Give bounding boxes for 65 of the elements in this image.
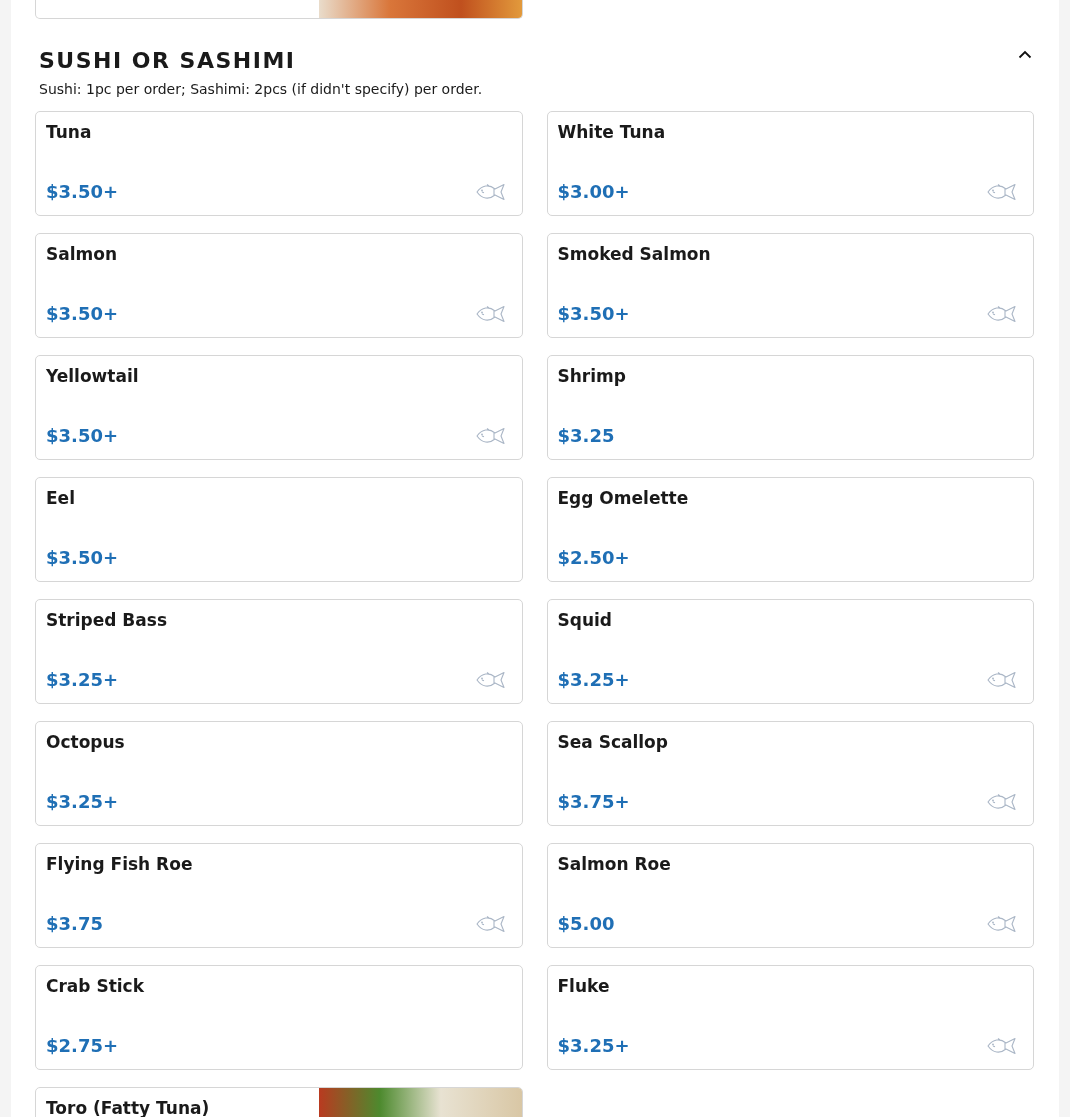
- menu-item-card[interactable]: Yellowtail $3.50+: [35, 355, 523, 460]
- menu-item-card[interactable]: Octopus $3.25+: [35, 721, 523, 826]
- fish-icon: [474, 914, 507, 933]
- item-name: Eel: [46, 488, 76, 508]
- fish-icon: [474, 304, 507, 323]
- item-name: Salmon Roe: [557, 854, 672, 874]
- menu-item-card[interactable]: Flying Fish Roe $3.75: [35, 843, 523, 948]
- section-note: Sushi: 1pc per order; Sashimi: 2pcs (if didn't specify) per order.: [39, 80, 484, 99]
- item-price: $3.25+: [557, 1035, 630, 1056]
- fish-icon: [474, 182, 507, 201]
- item-name: Squid: [557, 610, 613, 630]
- item-price: $5.00: [557, 913, 615, 934]
- item-name: Fluke: [557, 976, 611, 996]
- item-price: $3.25+: [557, 669, 630, 690]
- menu-item-card[interactable]: Egg Omelette $2.50+: [546, 477, 1034, 582]
- fish-icon: [986, 670, 1018, 689]
- menu-item-card[interactable]: Squid $3.25+: [546, 599, 1034, 704]
- section-title: SUSHI OR SASHIMI: [39, 47, 296, 75]
- item-name: Smoked Salmon: [557, 244, 712, 264]
- fish-icon: [986, 914, 1018, 933]
- item-price: $3.75: [46, 913, 103, 934]
- fish-icon: [986, 182, 1018, 201]
- item-price: $3.50+: [46, 547, 119, 568]
- menu-item-card[interactable]: White Tuna $3.00+: [546, 111, 1034, 216]
- fish-icon: [986, 304, 1018, 323]
- collapse-chevron-icon[interactable]: [1018, 49, 1032, 59]
- item-name: White Tuna: [557, 122, 667, 142]
- fish-icon: [986, 792, 1018, 811]
- item-name: Sea Scallop: [557, 732, 669, 752]
- item-price: $3.00+: [557, 181, 630, 202]
- menu-item-card[interactable]: Sea Scallop $3.75+: [546, 721, 1034, 826]
- menu-item-card[interactable]: Salmon $3.50+: [35, 233, 523, 338]
- item-name: Toro (Fatty Tuna): [46, 1098, 211, 1117]
- item-price: $3.50+: [46, 181, 119, 202]
- item-name: Egg Omelette: [557, 488, 690, 508]
- menu-item-card[interactable]: Eel $3.50+: [35, 477, 523, 582]
- fish-icon: [474, 426, 507, 445]
- item-name: Striped Bass: [46, 610, 169, 630]
- menu-item-card[interactable]: Shrimp $3.25: [546, 355, 1034, 460]
- menu-item-card[interactable]: Crab Stick $2.75+: [35, 965, 523, 1070]
- item-price: $2.75+: [46, 1035, 119, 1056]
- fish-icon: [474, 670, 507, 689]
- item-price: $3.50+: [557, 303, 630, 324]
- menu-item-card[interactable]: Tuna $3.50+: [35, 111, 523, 216]
- item-name: Shrimp: [557, 366, 627, 386]
- item-name: Octopus: [46, 732, 126, 752]
- menu-item-card[interactable]: Fluke $3.25+: [546, 965, 1034, 1070]
- item-name: Crab Stick: [46, 976, 145, 996]
- item-price: $3.50+: [46, 425, 119, 446]
- item-price: $3.50+: [46, 303, 119, 324]
- item-price: $3.25: [557, 425, 615, 446]
- menu-item-card[interactable]: Salmon Roe $5.00: [546, 843, 1034, 948]
- item-price: $3.25+: [46, 791, 119, 812]
- menu-item-card[interactable]: Smoked Salmon $3.50+: [546, 233, 1034, 338]
- item-name: Yellowtail: [46, 366, 140, 386]
- menu-item-card[interactable]: Toro (Fatty Tuna): [35, 1087, 523, 1117]
- item-price: $3.75+: [557, 791, 630, 812]
- fish-icon: [986, 1036, 1018, 1055]
- item-name: Flying Fish Roe: [46, 854, 194, 874]
- item-name: Salmon: [46, 244, 119, 264]
- menu-item-card[interactable]: Striped Bass $3.25+: [35, 599, 523, 704]
- menu-item-card[interactable]: [35, 0, 523, 19]
- item-price: $3.25+: [46, 669, 119, 690]
- item-name: Tuna: [46, 122, 93, 142]
- item-price: $2.50+: [557, 547, 630, 568]
